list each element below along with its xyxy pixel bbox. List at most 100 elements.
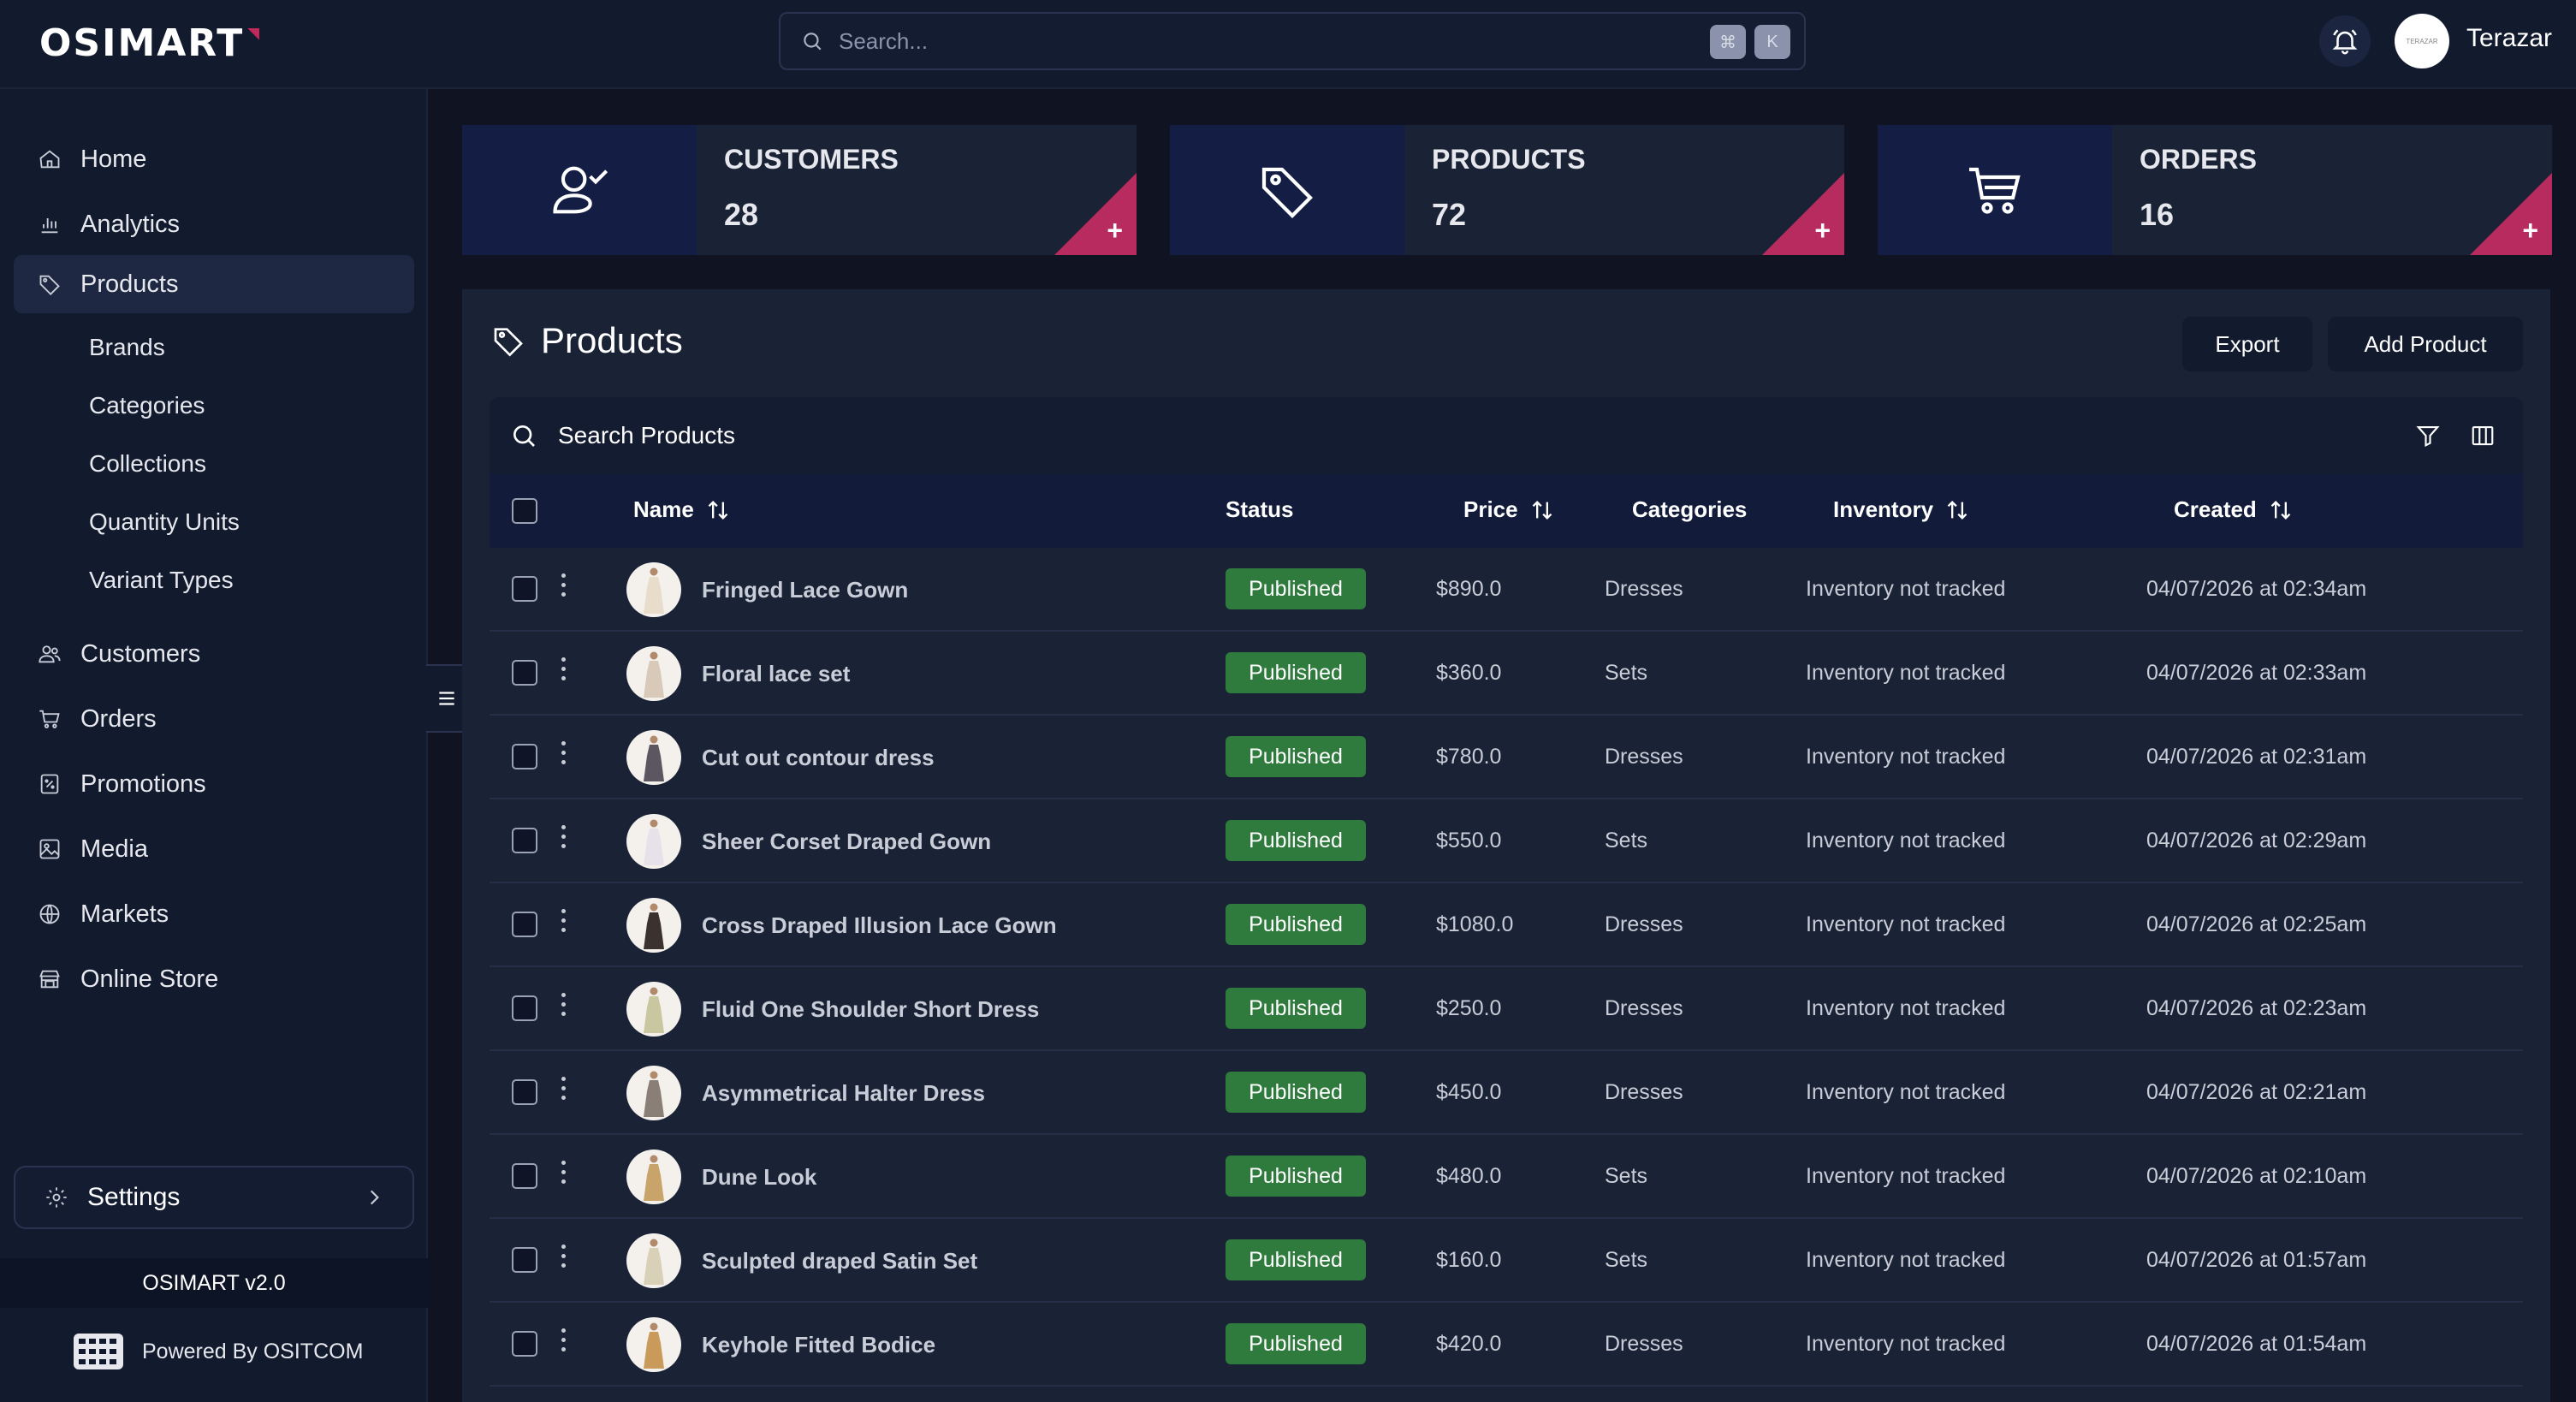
sidebar-item-products[interactable]: Products bbox=[14, 255, 414, 313]
product-category: Sets bbox=[1605, 1248, 1648, 1272]
table-row[interactable]: Fringed Lace Gown Published $890.0 Dresses I… bbox=[490, 548, 2523, 632]
sidebar-item-customers[interactable]: Customers bbox=[14, 625, 414, 683]
plus-icon[interactable]: + bbox=[1814, 215, 1831, 247]
table-row[interactable]: Sculpted draped Satin Set Published $160.0… bbox=[490, 1219, 2523, 1303]
sort-icon[interactable] bbox=[2269, 497, 2293, 523]
row-actions-icon[interactable] bbox=[561, 993, 567, 1021]
plus-icon[interactable]: + bbox=[1107, 215, 1123, 247]
page-title: Products bbox=[541, 320, 683, 360]
row-checkbox[interactable] bbox=[512, 660, 537, 686]
select-all-checkbox[interactable] bbox=[512, 498, 537, 524]
sidebar-item-markets[interactable]: Markets bbox=[14, 885, 414, 943]
sort-icon[interactable] bbox=[706, 497, 730, 523]
table-row[interactable]: Asymmetrical Halter Dress Published $450.0… bbox=[490, 1051, 2523, 1135]
table-row[interactable]: Dune Look Published $480.0 Sets Inventory no… bbox=[490, 1135, 2523, 1219]
product-created: 04/07/2026 at 01:57am bbox=[2146, 1248, 2367, 1272]
users-icon bbox=[38, 642, 62, 666]
sidebar-item-home[interactable]: Home bbox=[14, 130, 414, 188]
row-actions-icon[interactable] bbox=[561, 657, 567, 686]
filter-icon[interactable] bbox=[2415, 423, 2441, 449]
product-name[interactable]: Sculpted draped Satin Set bbox=[702, 1248, 977, 1274]
product-name[interactable]: Dune Look bbox=[702, 1164, 816, 1191]
sidebar-subitem-categories[interactable]: Categories bbox=[89, 392, 205, 419]
row-actions-icon[interactable] bbox=[561, 1245, 567, 1273]
sidebar-item-orders[interactable]: Orders bbox=[14, 690, 414, 748]
columns-icon[interactable] bbox=[2470, 423, 2496, 449]
sidebar-item-promotions[interactable]: Promotions bbox=[14, 755, 414, 813]
product-name[interactable]: Cross Draped Illusion Lace Gown bbox=[702, 912, 1057, 939]
k-key: K bbox=[1754, 25, 1790, 59]
product-name[interactable]: Floral lace set bbox=[702, 661, 850, 687]
row-checkbox[interactable] bbox=[512, 1331, 537, 1357]
sort-icon[interactable] bbox=[1945, 497, 1969, 523]
export-button[interactable]: Export bbox=[2182, 317, 2312, 371]
table-row[interactable]: Cross Draped Illusion Lace Gown Published… bbox=[490, 883, 2523, 967]
powered-by: Powered By OSITCOM bbox=[72, 1332, 363, 1371]
row-actions-icon[interactable] bbox=[561, 1161, 567, 1189]
product-inventory: Inventory not tracked bbox=[1806, 577, 2006, 601]
column-header-price[interactable]: Price bbox=[1463, 496, 1554, 523]
sidebar-item-media[interactable]: Media bbox=[14, 820, 414, 878]
stat-add-corner[interactable] bbox=[1054, 173, 1137, 255]
stat-add-corner[interactable] bbox=[2470, 173, 2552, 255]
row-actions-icon[interactable] bbox=[561, 1328, 567, 1357]
sidebar-item-analytics[interactable]: Analytics bbox=[14, 195, 414, 253]
stat-card-products[interactable]: PRODUCTS 72 + bbox=[1170, 125, 1844, 255]
notifications-button[interactable] bbox=[2319, 15, 2371, 67]
table-row[interactable]: Cut out contour dress Published $780.0 Dres… bbox=[490, 716, 2523, 799]
row-checkbox[interactable] bbox=[512, 828, 537, 853]
row-actions-icon[interactable] bbox=[561, 1077, 567, 1105]
row-checkbox[interactable] bbox=[512, 912, 537, 937]
osimart-logo[interactable]: OSIMART bbox=[39, 21, 260, 65]
row-actions-icon[interactable] bbox=[561, 741, 567, 769]
sort-icon[interactable] bbox=[1530, 497, 1554, 523]
settings-button[interactable]: Settings bbox=[14, 1166, 414, 1229]
sidebar-subitem-quantity-units[interactable]: Quantity Units bbox=[89, 508, 240, 536]
row-actions-icon[interactable] bbox=[561, 825, 567, 853]
row-checkbox[interactable] bbox=[512, 1079, 537, 1105]
globe-icon bbox=[38, 902, 62, 926]
row-checkbox[interactable] bbox=[512, 1163, 537, 1189]
table-row[interactable]: Sheer Corset Draped Gown Published $550.0 S… bbox=[490, 799, 2523, 883]
column-header-name[interactable]: Name bbox=[633, 496, 730, 523]
table-row[interactable]: Fluid One Shoulder Short Dress Published $… bbox=[490, 967, 2523, 1051]
row-actions-icon[interactable] bbox=[561, 573, 567, 602]
product-name[interactable]: Asymmetrical Halter Dress bbox=[702, 1080, 985, 1107]
product-price: $890.0 bbox=[1436, 577, 1502, 601]
product-thumbnail bbox=[626, 1066, 681, 1120]
sidebar-item-online-store[interactable]: Online Store bbox=[14, 950, 414, 1008]
stat-title: PRODUCTS bbox=[1432, 144, 1586, 175]
row-checkbox[interactable] bbox=[512, 995, 537, 1021]
logo-text: OSIMART bbox=[39, 21, 245, 65]
table-row[interactable]: Floral lace set Published $360.0 Sets Invent… bbox=[490, 632, 2523, 716]
product-category: Sets bbox=[1605, 829, 1648, 852]
table-row[interactable]: Keyhole Fitted Bodice Published $420.0 Dres… bbox=[490, 1303, 2523, 1387]
product-name[interactable]: Cut out contour dress bbox=[702, 745, 935, 771]
row-actions-icon[interactable] bbox=[561, 909, 567, 937]
stat-add-corner[interactable] bbox=[1762, 173, 1844, 255]
user-avatar[interactable]: TERAZAR bbox=[2395, 14, 2449, 68]
product-name[interactable]: Sheer Corset Draped Gown bbox=[702, 829, 991, 855]
stat-card-orders[interactable]: ORDERS 16 + bbox=[1878, 125, 2552, 255]
product-inventory: Inventory not tracked bbox=[1806, 1164, 2006, 1188]
stat-card-customers[interactable]: CUSTOMERS 28 + bbox=[462, 125, 1137, 255]
product-search-input[interactable]: Search Products bbox=[490, 397, 2523, 474]
column-header-created[interactable]: Created bbox=[2174, 496, 2293, 523]
global-search-input[interactable]: Search... ⌘ K bbox=[779, 12, 1806, 70]
product-name[interactable]: Fringed Lace Gown bbox=[702, 577, 908, 603]
sidebar-subitem-brands[interactable]: Brands bbox=[89, 334, 165, 361]
sidebar-subitem-variant-types[interactable]: Variant Types bbox=[89, 567, 234, 594]
row-checkbox[interactable] bbox=[512, 576, 537, 602]
column-header-inventory[interactable]: Inventory bbox=[1833, 496, 1969, 523]
product-created: 04/07/2026 at 02:21am bbox=[2146, 1080, 2367, 1104]
product-name[interactable]: Fluid One Shoulder Short Dress bbox=[702, 996, 1039, 1023]
row-checkbox[interactable] bbox=[512, 1247, 537, 1273]
plus-icon[interactable]: + bbox=[2522, 215, 2538, 247]
product-name[interactable]: Keyhole Fitted Bodice bbox=[702, 1332, 935, 1358]
product-category: Dresses bbox=[1605, 912, 1683, 936]
username[interactable]: Terazar bbox=[2466, 24, 2552, 53]
add-product-button[interactable]: Add Product bbox=[2328, 317, 2523, 371]
sidebar-subitem-collections[interactable]: Collections bbox=[89, 450, 206, 478]
row-checkbox[interactable] bbox=[512, 744, 537, 769]
product-inventory: Inventory not tracked bbox=[1806, 912, 2006, 936]
